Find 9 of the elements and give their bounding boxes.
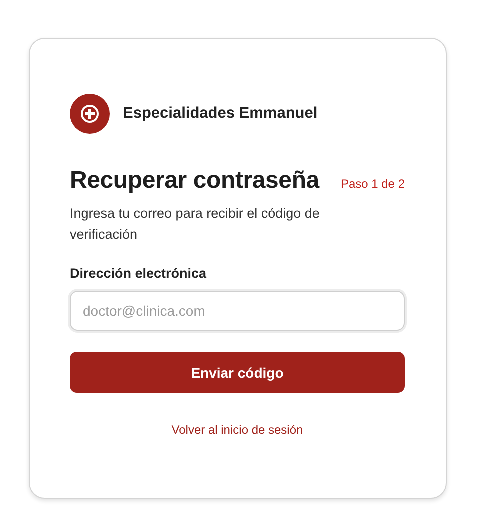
brand-name: Especialidades Emmanuel	[123, 105, 318, 123]
email-field[interactable]: doctor@clinica.com	[70, 291, 405, 331]
description: Ingresa tu correo para recibir el código de verificación	[70, 205, 321, 244]
step-indicator: Paso 1 de 2	[340, 177, 405, 191]
page-title: Recuperar contraseña	[70, 167, 320, 195]
medical-cross-logo-icon	[70, 94, 110, 134]
send-code-button[interactable]: Enviar código	[70, 352, 405, 393]
back-to-login-link[interactable]: Volver al inicio de sesión	[172, 423, 304, 437]
email-label: Dirección electrónica	[70, 266, 208, 281]
